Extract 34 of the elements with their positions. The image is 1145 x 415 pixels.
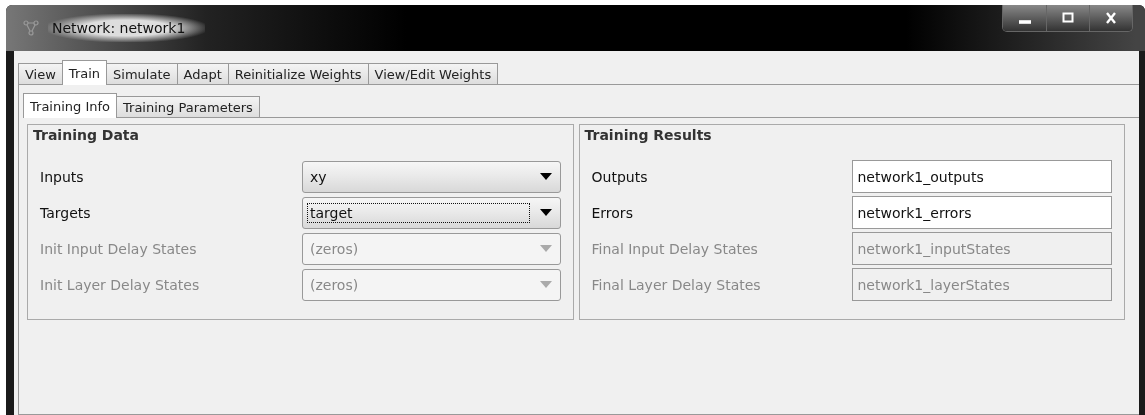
caret-icon bbox=[539, 281, 552, 288]
close-button[interactable] bbox=[1089, 5, 1132, 31]
maximize-icon bbox=[1061, 12, 1075, 24]
field-label: Targets bbox=[40, 204, 92, 221]
field-label: Errors bbox=[591, 204, 634, 221]
group-title: Training Data bbox=[31, 127, 141, 143]
tab[interactable]: View bbox=[18, 63, 63, 85]
input-field[interactable]: network1_outputs bbox=[851, 160, 1112, 193]
field-label: Final Layer Delay States bbox=[591, 276, 762, 293]
field-label: Inputs bbox=[40, 168, 85, 185]
field-label: Final Input Delay States bbox=[591, 240, 759, 257]
dropdown[interactable]: xy bbox=[302, 160, 561, 193]
field-label: Init Layer Delay States bbox=[40, 276, 201, 293]
tab[interactable]: Train bbox=[61, 60, 108, 85]
tab[interactable]: Adapt bbox=[176, 63, 229, 85]
close-icon bbox=[1104, 12, 1118, 24]
tab[interactable]: Reinitialize Weights bbox=[227, 63, 369, 85]
tab[interactable]: Training Parameters bbox=[116, 96, 260, 118]
field-label: Init Input Delay States bbox=[40, 240, 198, 257]
caret-icon bbox=[539, 245, 552, 252]
minimize-icon bbox=[1018, 20, 1031, 24]
dropdown[interactable]: target bbox=[302, 196, 561, 229]
maximize-button[interactable] bbox=[1046, 5, 1089, 31]
tab[interactable]: Training Info bbox=[23, 93, 118, 118]
tab[interactable]: View/Edit Weights bbox=[367, 63, 499, 85]
field-label: Outputs bbox=[591, 168, 649, 185]
caret-icon bbox=[539, 209, 552, 216]
window-title: Network: network1 bbox=[48, 14, 206, 42]
caret-icon bbox=[539, 173, 552, 180]
group-title: Training Results bbox=[582, 127, 714, 143]
tab[interactable]: Simulate bbox=[106, 63, 178, 85]
minimize-button[interactable] bbox=[1003, 5, 1046, 31]
app-icon bbox=[22, 19, 40, 37]
input-field[interactable]: network1_errors bbox=[851, 196, 1112, 229]
